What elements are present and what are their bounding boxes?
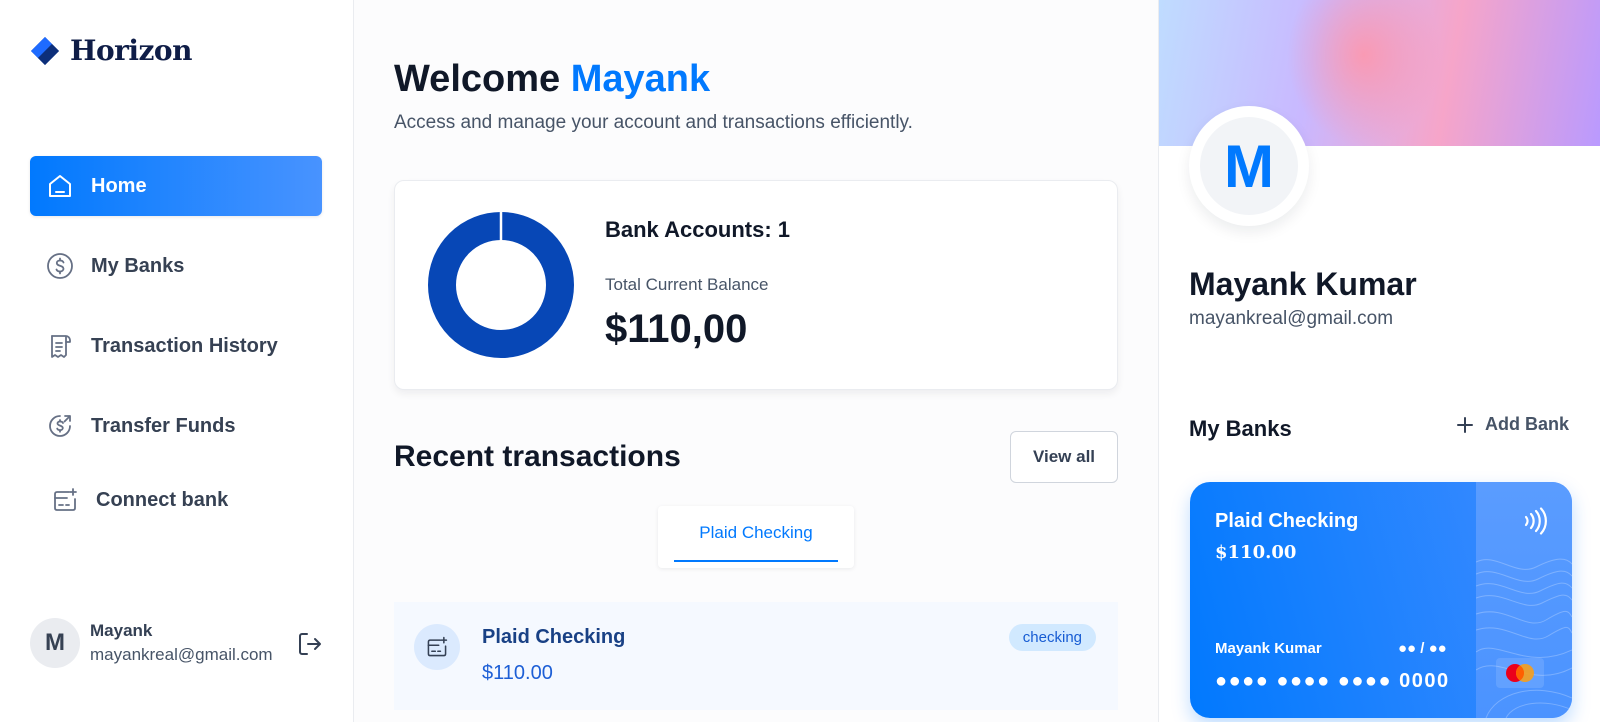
add-bank-label: Add Bank	[1485, 414, 1570, 434]
card-number: ●●●● ●●●● ●●●● 0000	[1215, 670, 1450, 692]
card-balance: $110.00	[1215, 542, 1297, 563]
profile-email: mayankreal@gmail.com	[1189, 308, 1394, 329]
user-name: Mayank	[90, 621, 153, 640]
my-banks-title: My Banks	[1189, 416, 1292, 441]
sidebar-item-my-banks[interactable]: My Banks	[30, 236, 322, 296]
sidebar-item-home[interactable]: Home	[30, 156, 322, 216]
total-balance-card: Bank Accounts: 1 Total Current Balance $…	[394, 180, 1118, 390]
dollar-circle-icon	[45, 251, 75, 281]
receipt-icon	[45, 331, 75, 361]
transaction-bank-name: Plaid Checking	[482, 626, 626, 648]
main-content: Welcome Mayank Access and manage your ac…	[354, 0, 1158, 722]
transaction-amount: $110.00	[482, 662, 553, 684]
logo[interactable]: Horizon	[30, 34, 192, 67]
mastercard-icon	[1496, 658, 1544, 688]
total-balance-amount: $110,00	[605, 307, 748, 351]
bank-card[interactable]: Plaid Checking $110.00 Mayank Kumar ●● /…	[1190, 482, 1572, 718]
account-type-badge: checking	[1008, 624, 1096, 651]
card-holder-name: Mayank Kumar	[1215, 640, 1322, 657]
sidebar: Horizon Home My Banks Transaction Histor…	[0, 0, 354, 722]
connect-bank-icon	[50, 485, 80, 515]
logout-icon[interactable]	[296, 630, 324, 658]
add-bank-button[interactable]: Add Bank	[1455, 414, 1569, 435]
home-icon	[45, 171, 75, 201]
balance-donut-chart	[428, 211, 574, 358]
plus-icon	[1457, 416, 1473, 433]
avatar: M	[30, 618, 80, 668]
contactless-icon	[1524, 507, 1547, 535]
page-title: Welcome Mayank	[394, 58, 710, 101]
bank-icon	[414, 624, 460, 670]
transaction-row[interactable]: Plaid Checking $110.00 checking	[394, 602, 1118, 710]
profile-name: Mayank Kumar	[1189, 266, 1417, 302]
sidebar-item-transfer-funds[interactable]: Transfer Funds	[30, 396, 322, 456]
sidebar-item-label: Transaction History	[91, 334, 278, 357]
user-email: mayankreal@gmail.com	[90, 645, 273, 664]
sidebar-item-connect-bank[interactable]: Connect bank	[35, 470, 327, 530]
sidebar-item-label: Home	[91, 174, 147, 197]
profile-avatar-initial: M	[1200, 117, 1298, 215]
money-send-icon	[45, 411, 75, 441]
tab-plaid-checking[interactable]: Plaid Checking	[674, 506, 838, 562]
card-pattern	[1476, 558, 1572, 718]
horizon-logo-icon	[31, 36, 59, 65]
sidebar-item-label: Connect bank	[96, 488, 229, 511]
welcome-user-name: Mayank	[570, 58, 711, 100]
sidebar-item-label: My Banks	[91, 254, 185, 277]
view-all-button[interactable]: View all	[1010, 431, 1118, 483]
card-expiry: ●● / ●●	[1398, 640, 1447, 657]
sidebar-item-transaction-history[interactable]: Transaction History	[30, 316, 322, 376]
welcome-text: Welcome	[394, 58, 561, 100]
profile-panel: M Mayank Kumar mayankreal@gmail.com My B…	[1158, 0, 1600, 722]
recent-transactions-title: Recent transactions	[394, 440, 681, 473]
sidebar-user: M Mayank mayankreal@gmail.com	[30, 618, 340, 668]
app-name: Horizon	[70, 34, 192, 67]
total-balance-label: Total Current Balance	[605, 275, 769, 294]
page-subtitle: Access and manage your account and trans…	[394, 112, 913, 133]
profile-avatar: M	[1189, 106, 1309, 226]
card-bank-name: Plaid Checking	[1215, 510, 1359, 532]
bank-tabs: Plaid Checking	[658, 506, 854, 568]
sidebar-item-label: Transfer Funds	[91, 414, 236, 437]
bank-accounts-count: Bank Accounts: 1	[605, 217, 791, 242]
